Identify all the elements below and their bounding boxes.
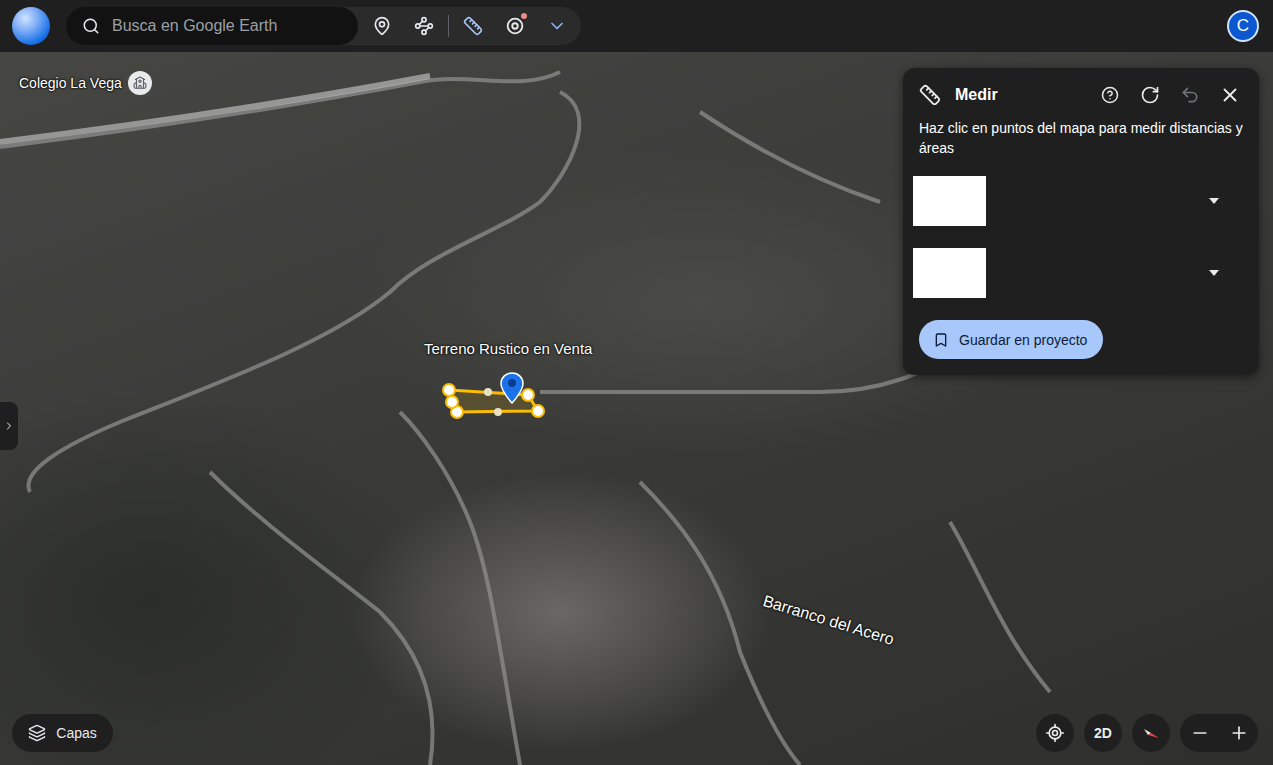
close-icon bbox=[1219, 84, 1241, 106]
school-icon bbox=[133, 76, 147, 90]
view-mode-button[interactable]: 2D bbox=[1084, 714, 1122, 752]
toolbar-separator bbox=[448, 15, 449, 37]
school-badge bbox=[128, 71, 152, 95]
refresh-icon bbox=[1140, 85, 1160, 105]
google-earth-page: C Colegio La Vega Terreno Rustico en Venta… bbox=[0, 0, 1273, 765]
reset-button[interactable] bbox=[1137, 82, 1163, 108]
bookmark-icon bbox=[933, 332, 949, 348]
road-line bbox=[700, 112, 880, 202]
search-icon bbox=[82, 17, 100, 35]
search-toolbar bbox=[66, 7, 581, 45]
satellite-map[interactable]: Colegio La Vega Terreno Rustico en Venta B… bbox=[0, 52, 1273, 765]
ruler-icon bbox=[919, 84, 941, 106]
zoom-out-button[interactable] bbox=[1190, 723, 1210, 743]
top-bar: C bbox=[0, 0, 1273, 52]
plus-icon bbox=[1229, 723, 1249, 743]
polygon-midpoint-handle[interactable] bbox=[484, 388, 492, 396]
measurement-row bbox=[913, 248, 1249, 298]
pin-icon bbox=[372, 16, 392, 36]
polygon-midpoint-handle[interactable] bbox=[494, 408, 502, 416]
road-line bbox=[210, 472, 433, 765]
road-line bbox=[950, 522, 1050, 692]
measure-panel-title: Medir bbox=[955, 86, 1083, 104]
placemark-pin-icon[interactable] bbox=[500, 372, 524, 404]
measured-area-polygon[interactable] bbox=[443, 384, 544, 418]
search-input[interactable] bbox=[110, 16, 342, 36]
polygon-vertex-handle[interactable] bbox=[443, 384, 455, 396]
undo-icon bbox=[1180, 85, 1200, 105]
minus-icon bbox=[1190, 723, 1210, 743]
help-icon bbox=[1101, 86, 1119, 104]
polygon-vertex-handle[interactable] bbox=[446, 396, 458, 408]
layers-icon bbox=[28, 724, 46, 742]
road-line bbox=[540, 352, 950, 392]
pin-tool-button[interactable] bbox=[364, 9, 400, 43]
school-label[interactable]: Colegio La Vega bbox=[19, 71, 152, 95]
account-avatar[interactable]: C bbox=[1227, 10, 1259, 42]
earth-logo-icon[interactable] bbox=[12, 7, 50, 45]
sidebar-toggle[interactable] bbox=[0, 402, 18, 450]
measurement-value bbox=[913, 248, 986, 298]
zoom-control bbox=[1180, 714, 1258, 752]
ruler-icon bbox=[463, 16, 483, 36]
my-location-button[interactable] bbox=[1036, 714, 1074, 752]
chevron-right-icon bbox=[3, 420, 15, 432]
more-tools-button[interactable] bbox=[539, 9, 575, 43]
undo-button[interactable] bbox=[1177, 82, 1203, 108]
help-button[interactable] bbox=[1097, 82, 1123, 108]
compass-button[interactable] bbox=[1132, 714, 1170, 752]
polygon-vertex-handle[interactable] bbox=[522, 389, 534, 401]
area-label: Barranco del Acero bbox=[761, 592, 896, 649]
road-line bbox=[0, 72, 560, 147]
road-line bbox=[28, 92, 579, 492]
save-to-project-button[interactable]: Guardar en proyecto bbox=[919, 320, 1103, 359]
zoom-in-button[interactable] bbox=[1229, 723, 1249, 743]
voyager-tool-button[interactable] bbox=[497, 9, 533, 43]
measurement-row bbox=[913, 176, 1249, 226]
close-button[interactable] bbox=[1217, 82, 1243, 108]
road-line bbox=[640, 482, 800, 765]
notification-badge bbox=[521, 13, 527, 19]
measure-hint: Haz clic en puntos del mapa para medir d… bbox=[913, 118, 1249, 176]
measure-panel: Medir Haz clic en puntos del mapa para me… bbox=[903, 68, 1259, 375]
locate-icon bbox=[1045, 723, 1065, 743]
unit-dropdown-icon[interactable] bbox=[1209, 198, 1219, 204]
measure-panel-header: Medir bbox=[913, 80, 1249, 118]
chevron-down-icon bbox=[547, 16, 567, 36]
placemark-label[interactable]: Terreno Rustico en Venta bbox=[424, 340, 592, 357]
road-line bbox=[400, 412, 520, 765]
unit-dropdown-icon[interactable] bbox=[1209, 270, 1219, 276]
compass-icon bbox=[1140, 722, 1162, 744]
path-tool-button[interactable] bbox=[406, 9, 442, 43]
ruler-tool-button[interactable] bbox=[455, 9, 491, 43]
layers-button[interactable]: Capas bbox=[12, 714, 113, 752]
path-icon bbox=[414, 16, 434, 36]
measurement-value bbox=[913, 176, 986, 226]
search-field[interactable] bbox=[66, 7, 358, 45]
polygon-vertex-handle[interactable] bbox=[532, 405, 544, 417]
